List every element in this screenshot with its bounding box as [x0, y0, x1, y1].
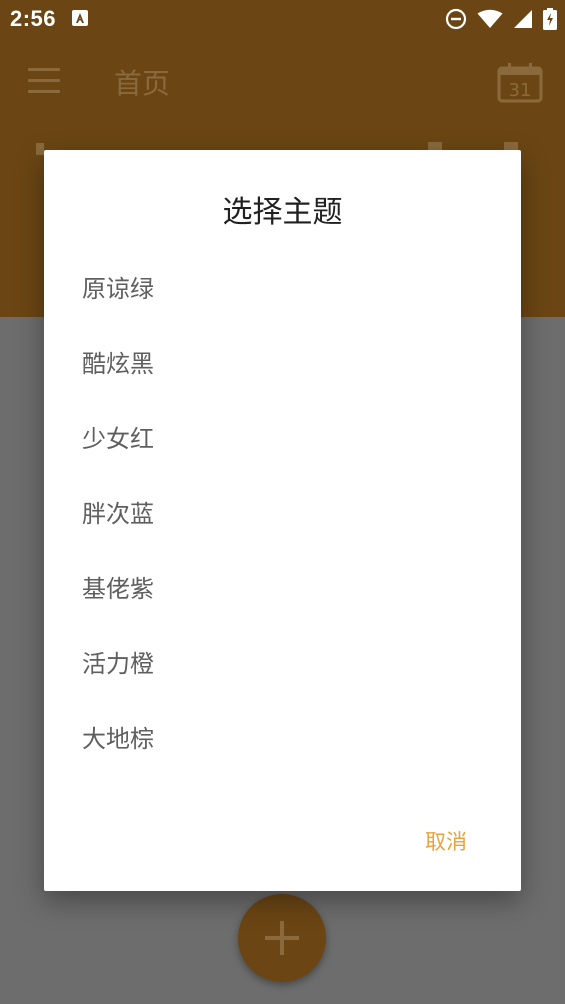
- status-bar: 2:56: [0, 0, 565, 38]
- calendar-day: 31: [509, 80, 532, 101]
- status-icons: [445, 8, 557, 34]
- theme-option-blue[interactable]: 胖次蓝: [44, 477, 521, 552]
- theme-option-brown[interactable]: 大地棕: [44, 702, 521, 777]
- page-title: 首页: [114, 67, 171, 100]
- wifi-icon: [477, 9, 503, 33]
- do-not-disturb-icon: [445, 8, 467, 34]
- theme-option-orange[interactable]: 活力橙: [44, 627, 521, 702]
- menu-icon[interactable]: [28, 68, 60, 94]
- toolbar: 首页 31: [0, 46, 565, 118]
- theme-option-black[interactable]: 酷炫黑: [44, 327, 521, 402]
- theme-option-green[interactable]: 原谅绿: [44, 252, 521, 327]
- add-fab-button[interactable]: [238, 894, 326, 982]
- status-time: 2:56: [10, 6, 57, 31]
- theme-option-red[interactable]: 少女红: [44, 402, 521, 477]
- theme-option-purple[interactable]: 基佬紫: [44, 552, 521, 627]
- theme-dialog: 选择主题 原谅绿 酷炫黑 少女红 胖次蓝 基佬紫 活力橙 大地棕 取消: [44, 150, 521, 891]
- dialog-title: 选择主题: [222, 195, 343, 230]
- a-notification-icon: [72, 10, 88, 26]
- calendar-icon[interactable]: 31: [497, 63, 543, 107]
- cancel-button[interactable]: 取消: [425, 826, 467, 856]
- signal-icon: [513, 9, 533, 33]
- battery-charging-icon: [543, 8, 557, 34]
- theme-option-list: 原谅绿 酷炫黑 少女红 胖次蓝 基佬紫 活力橙 大地棕: [44, 252, 521, 777]
